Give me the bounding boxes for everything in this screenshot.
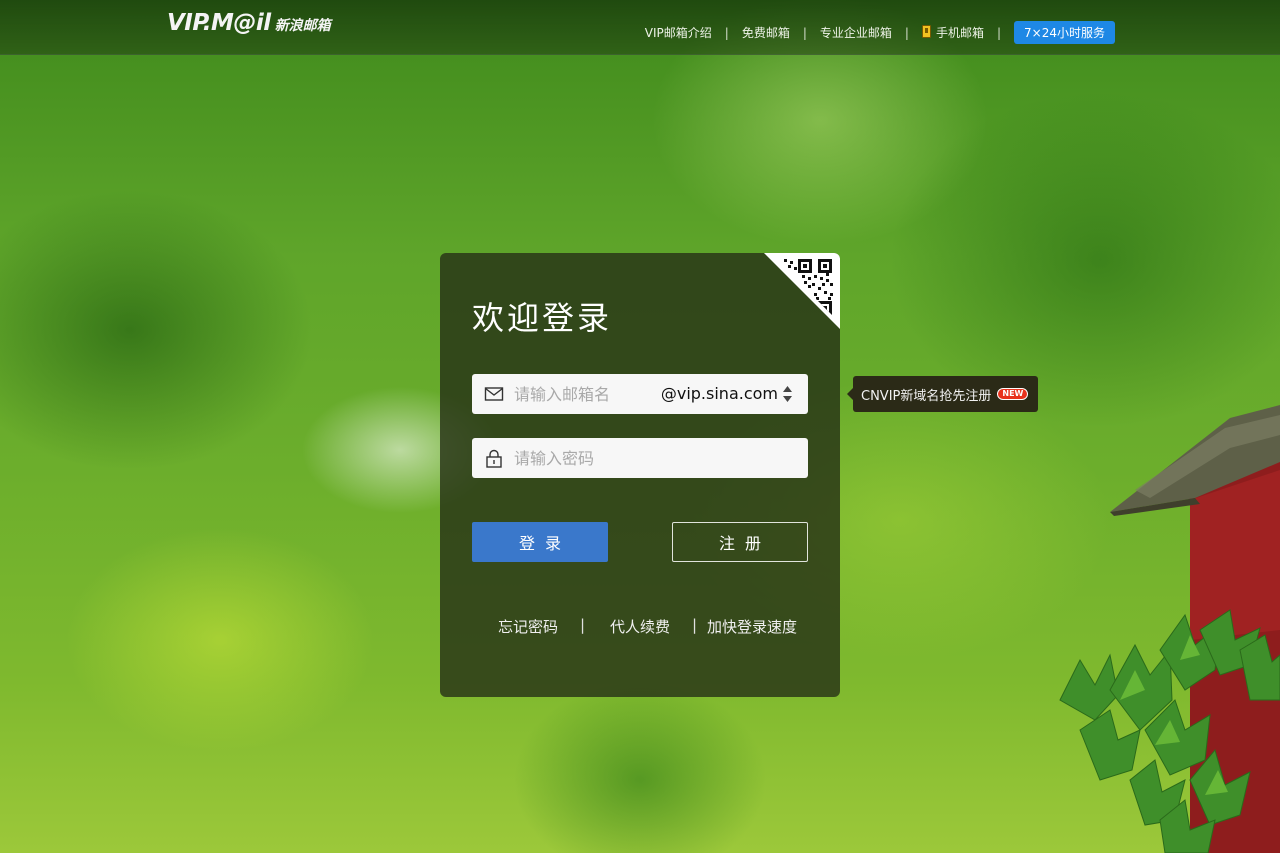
logo[interactable]: VIP.M@il 新浪邮箱 bbox=[167, 10, 331, 36]
link-separator: | bbox=[580, 616, 586, 634]
service-button[interactable]: 7×24小时服务 bbox=[1014, 21, 1115, 44]
logo-main: VIP.M@il bbox=[167, 10, 271, 36]
nav-separator: | bbox=[724, 25, 729, 40]
login-panel: 欢迎登录 @vip.sina.com 登录 注册 忘记密码 | 代人续费 | 加… bbox=[440, 253, 840, 697]
register-button[interactable]: 注册 bbox=[672, 522, 808, 562]
mail-icon bbox=[484, 387, 504, 401]
lock-icon bbox=[486, 449, 502, 468]
nav-enterprise-mail[interactable]: 专业企业邮箱 bbox=[820, 24, 892, 41]
domain-promo-tooltip[interactable]: CNVIP新域名抢先注册 NEW bbox=[846, 376, 1039, 412]
domain-select[interactable]: @vip.sina.com bbox=[661, 384, 778, 403]
password-input[interactable] bbox=[514, 438, 794, 478]
link-separator: | bbox=[692, 616, 698, 634]
nav-vip-intro[interactable]: VIP邮箱介绍 bbox=[645, 24, 712, 41]
page-title: 欢迎登录 bbox=[472, 299, 613, 337]
nav-separator: | bbox=[996, 25, 1002, 40]
top-bar: VIP.M@il 新浪邮箱 VIP邮箱介绍 | 免费邮箱 | 专业企业邮箱 | … bbox=[0, 0, 1280, 55]
renew-for-others-link[interactable]: 代人续费 bbox=[610, 616, 670, 637]
email-input[interactable] bbox=[514, 374, 664, 414]
tooltip-text: CNVIP新域名抢先注册 bbox=[861, 388, 992, 404]
nav-mobile-mail-label: 手机邮箱 bbox=[935, 26, 984, 40]
top-nav: VIP邮箱介绍 | 免费邮箱 | 专业企业邮箱 | 手机邮箱 | 7×24小时服… bbox=[645, 21, 1115, 44]
phone-icon bbox=[921, 25, 931, 38]
new-badge: NEW bbox=[997, 388, 1029, 400]
login-button[interactable]: 登录 bbox=[472, 522, 608, 562]
forgot-password-link[interactable]: 忘记密码 bbox=[498, 616, 558, 637]
birdhouse-illustration bbox=[1059, 405, 1280, 853]
qr-code-icon[interactable] bbox=[764, 253, 840, 329]
nav-mobile-mail[interactable]: 手机邮箱 bbox=[921, 24, 984, 41]
speed-up-login-link[interactable]: 加快登录速度 bbox=[707, 616, 797, 637]
logo-sub: 新浪邮箱 bbox=[274, 18, 331, 34]
nav-separator: | bbox=[802, 25, 807, 40]
email-field: @vip.sina.com bbox=[472, 374, 808, 414]
nav-free-mail[interactable]: 免费邮箱 bbox=[742, 24, 790, 41]
sort-arrows-icon[interactable] bbox=[783, 386, 792, 402]
password-field bbox=[472, 438, 808, 478]
nav-separator: | bbox=[904, 25, 909, 40]
